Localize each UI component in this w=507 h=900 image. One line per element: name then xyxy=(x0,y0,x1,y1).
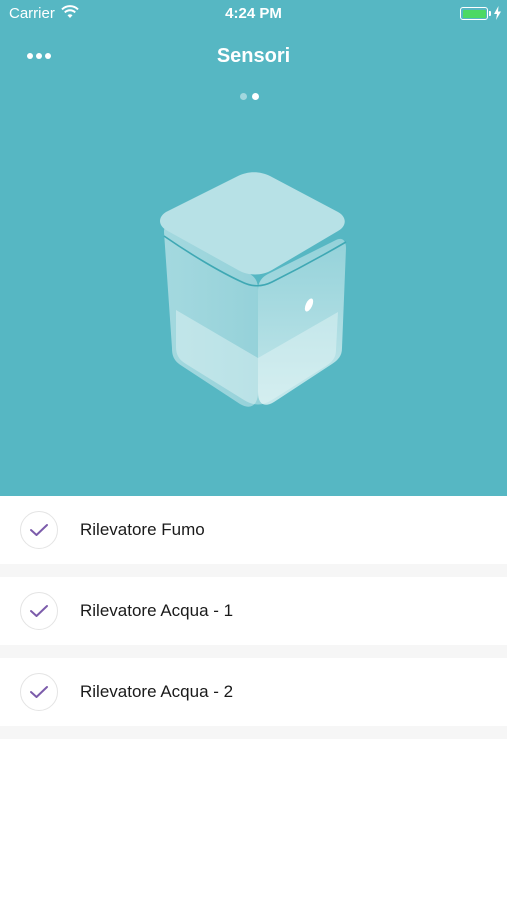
charging-bolt-icon xyxy=(494,6,501,20)
list-item[interactable]: Rilevatore Fumo xyxy=(0,496,507,564)
page-indicator[interactable] xyxy=(240,93,270,101)
page-title: Sensori xyxy=(216,45,291,67)
list-item[interactable]: Rilevatore Acqua - 2 xyxy=(0,658,507,726)
check-icon xyxy=(30,524,48,536)
page-dot-1[interactable] xyxy=(240,93,247,100)
sensor-label: Rilevatore Acqua - 1 xyxy=(80,601,234,620)
checkbox[interactable] xyxy=(20,673,58,711)
checkbox[interactable] xyxy=(20,592,58,630)
sensor-cube-icon xyxy=(160,172,347,407)
checkbox[interactable] xyxy=(20,511,58,549)
list-divider xyxy=(0,645,507,658)
sensor-label: Rilevatore Acqua - 2 xyxy=(80,682,234,701)
check-icon xyxy=(30,605,48,617)
hero-panel: Carrier 4:24 PM Sensori xyxy=(0,0,507,496)
list-item[interactable]: Rilevatore Acqua - 1 xyxy=(0,577,507,645)
list-divider xyxy=(0,726,507,739)
list-divider xyxy=(0,564,507,577)
check-icon xyxy=(30,686,48,698)
sensor-list: Rilevatore Fumo Rilevatore Acqua - 1 Ril… xyxy=(0,496,507,739)
status-time: 4:24 PM xyxy=(225,5,282,22)
sensor-label: Rilevatore Fumo xyxy=(80,520,205,539)
page-dot-2[interactable] xyxy=(252,93,259,100)
battery-cap xyxy=(489,11,491,16)
battery-icon xyxy=(460,7,488,20)
status-bar: Carrier 4:24 PM xyxy=(0,0,507,28)
